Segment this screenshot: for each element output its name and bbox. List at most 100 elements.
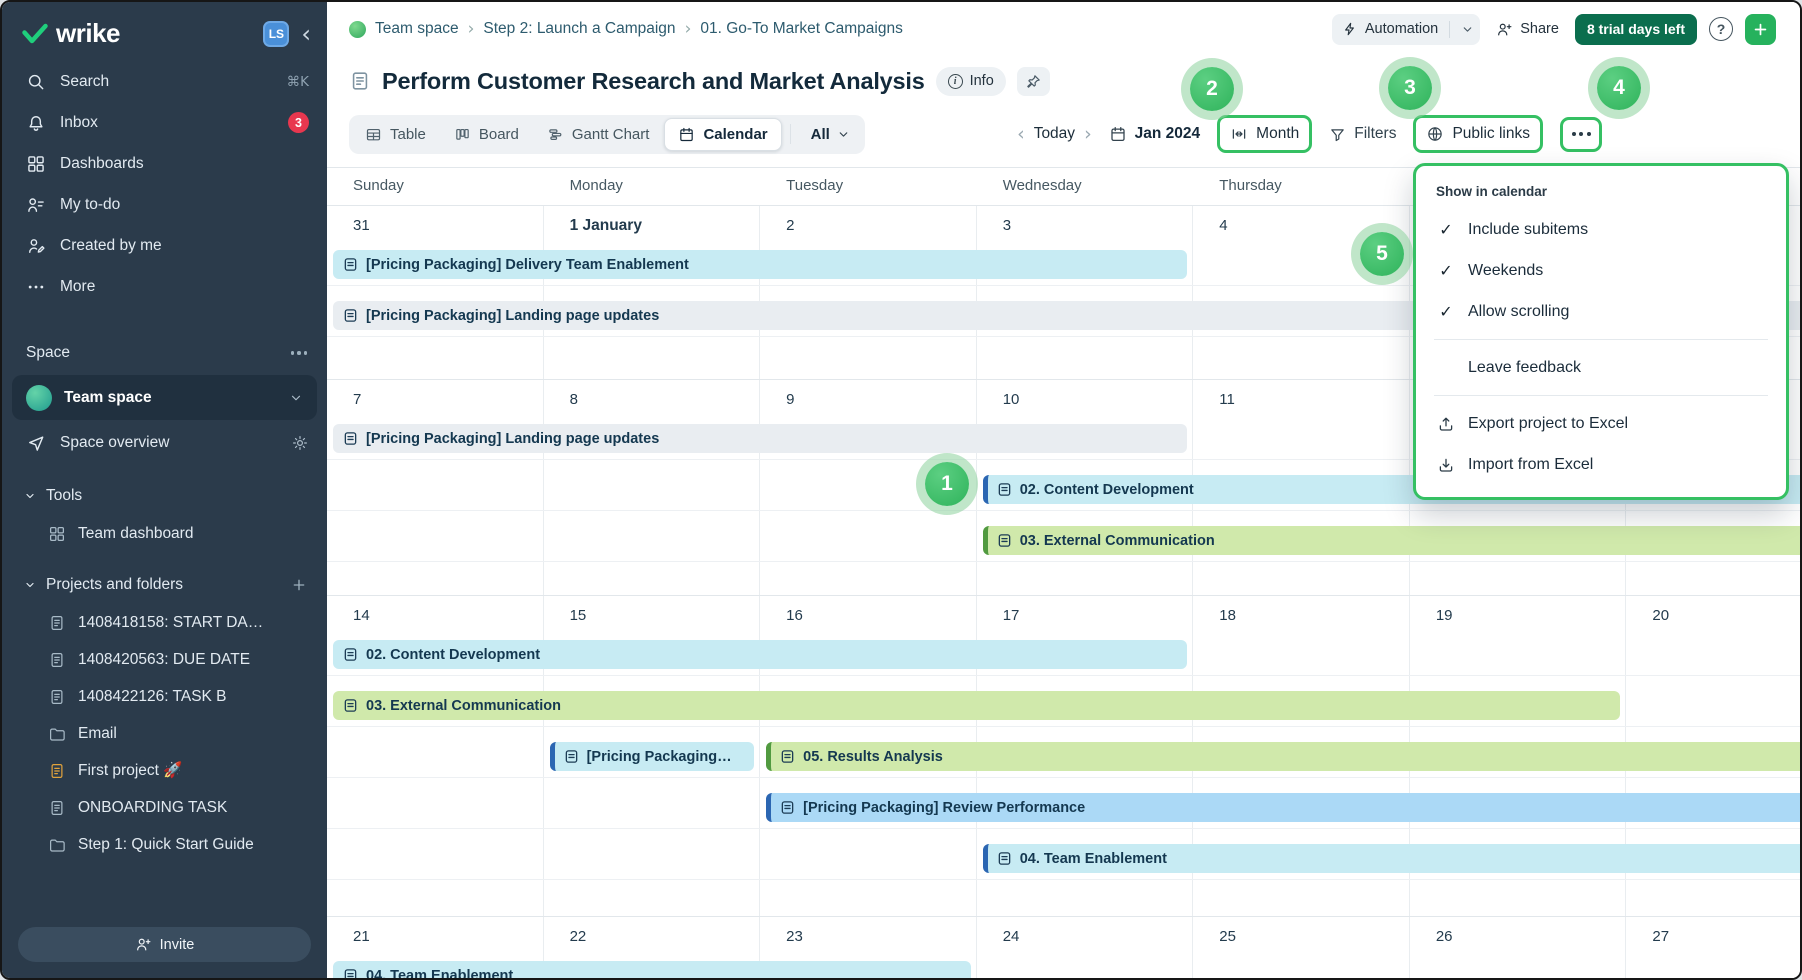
day-header: Monday: [544, 168, 761, 205]
sidebar-item-project[interactable]: ONBOARDING TASK: [2, 789, 327, 826]
event-label: 05. Results Analysis: [803, 749, 943, 765]
event-bar[interactable]: 03. External Communication: [333, 691, 1620, 720]
filters-button[interactable]: Filters: [1329, 125, 1396, 143]
pin-button[interactable]: [1017, 67, 1050, 96]
event-bar[interactable]: [Pricing Packaging] Landing page updates: [333, 424, 1187, 453]
event-bar[interactable]: [Pricing Packaging] Delivery Team Enable…: [333, 250, 1187, 279]
menu-item-export-excel[interactable]: Export project to Excel: [1416, 403, 1786, 444]
tab-gantt-chart[interactable]: Gantt Chart: [534, 118, 663, 151]
tab-table[interactable]: Table: [352, 118, 439, 151]
chevron-down-icon: [24, 490, 36, 502]
projects-section-header[interactable]: Projects and folders: [2, 566, 327, 604]
share-label: Share: [1520, 21, 1559, 37]
event-bar[interactable]: 04. Team Enablement: [333, 961, 971, 978]
more-options-button[interactable]: [1560, 117, 1602, 152]
sidebar-item-label: Search: [60, 73, 109, 91]
sidebar-item-team-space[interactable]: Team space: [12, 375, 317, 420]
globe-icon: [1426, 125, 1444, 143]
invite-label: Invite: [160, 937, 195, 953]
event-bar[interactable]: 02. Content Development: [333, 640, 1187, 669]
tab-calendar[interactable]: Calendar: [664, 118, 781, 151]
sidebar-header: wrike LS ‹: [2, 2, 327, 61]
show-in-calendar-menu: Show in calendar ✓ Include subitems ✓ We…: [1413, 163, 1789, 500]
menu-item-import-excel[interactable]: Import from Excel: [1416, 444, 1786, 485]
add-new-button[interactable]: [1745, 14, 1776, 45]
menu-item-leave-feedback[interactable]: Leave feedback: [1416, 347, 1786, 388]
sidebar-item-created-by-me[interactable]: Created by me: [2, 225, 327, 266]
breadcrumb-separator: ›: [468, 19, 475, 39]
sidebar-item-search[interactable]: Search ⌘K: [2, 61, 327, 102]
help-icon[interactable]: ?: [1709, 17, 1733, 41]
sidebar-item-folder[interactable]: Email: [2, 715, 327, 752]
app-window: wrike LS ‹ Search ⌘K Inbox 3 Dashboards …: [0, 0, 1802, 980]
breadcrumb-item[interactable]: 01. Go-To Market Campaigns: [700, 20, 902, 38]
menu-item-include-subitems[interactable]: ✓ Include subitems: [1416, 209, 1786, 250]
event-bar[interactable]: [Pricing Packaging] Review Performance: [766, 793, 1800, 822]
today-button[interactable]: Today: [1034, 125, 1075, 143]
search-shortcut: ⌘K: [287, 74, 309, 90]
info-label: Info: [970, 73, 994, 89]
task-icon: [780, 800, 795, 815]
automation-button[interactable]: Automation: [1332, 14, 1480, 45]
sidebar-item-label: Team dashboard: [78, 525, 193, 543]
sidebar: wrike LS ‹ Search ⌘K Inbox 3 Dashboards …: [2, 2, 327, 978]
event-bar[interactable]: 04. Team Enablement: [983, 844, 1800, 873]
event-label: 03. External Communication: [366, 698, 561, 714]
info-button[interactable]: i Info: [936, 67, 1006, 96]
event-lane: [Pricing Packaging] Review Performance: [327, 793, 1800, 844]
sidebar-item-project[interactable]: First project 🚀: [2, 752, 327, 789]
space-options-icon[interactable]: [291, 351, 308, 355]
projects-section-label: Projects and folders: [46, 576, 183, 594]
sidebar-item-label: Space overview: [60, 434, 169, 452]
invite-button[interactable]: Invite: [18, 927, 311, 962]
sidebar-item-space-overview[interactable]: Space overview: [2, 422, 327, 463]
period-selector[interactable]: Jan 2024: [1109, 125, 1201, 143]
sidebar-item-project[interactable]: 1408420563: DUE DATE: [2, 641, 327, 678]
team-space-avatar: [26, 385, 52, 411]
menu-item-weekends[interactable]: ✓ Weekends: [1416, 250, 1786, 291]
month-view-button[interactable]: Month: [1217, 115, 1312, 153]
event-label: [Pricing Packaging] Landing page updates: [366, 308, 659, 324]
sidebar-item-label: 1408420563: DUE DATE: [78, 651, 250, 669]
event-bar[interactable]: 05. Results Analysis: [766, 742, 1800, 771]
add-project-icon[interactable]: [291, 577, 307, 593]
wrike-logo[interactable]: wrike: [22, 18, 120, 49]
tools-section-header[interactable]: Tools: [2, 477, 327, 515]
event-lane: 03. External Communication: [327, 691, 1800, 742]
event-bar[interactable]: [Pricing Packaging…: [550, 742, 755, 771]
chevron-down-icon: [24, 579, 36, 591]
menu-item-allow-scrolling[interactable]: ✓ Allow scrolling: [1416, 291, 1786, 332]
sidebar-item-project[interactable]: 1408418158: START DA…: [2, 604, 327, 641]
share-button[interactable]: Share: [1492, 21, 1563, 38]
sidebar-item-label: My to-do: [60, 196, 120, 214]
menu-item-label: Weekends: [1468, 262, 1543, 280]
event-label: [Pricing Packaging…: [587, 749, 732, 765]
sidebar-item-folder[interactable]: Step 1: Quick Start Guide: [2, 826, 327, 863]
next-period-icon[interactable]: ›: [1084, 125, 1092, 144]
prev-period-icon[interactable]: ‹: [1017, 125, 1025, 144]
sidebar-item-team-dashboard[interactable]: Team dashboard: [2, 515, 327, 552]
breadcrumb-item[interactable]: Team space: [375, 20, 459, 38]
sidebar-item-inbox[interactable]: Inbox 3: [2, 102, 327, 143]
tab-label: Gantt Chart: [572, 126, 650, 143]
sidebar-item-my-todo[interactable]: My to-do: [2, 184, 327, 225]
menu-item-label: Include subitems: [1468, 221, 1588, 239]
sidebar-item-label: Inbox: [60, 114, 98, 132]
user-avatar[interactable]: LS: [263, 21, 289, 47]
space-settings-gear-icon[interactable]: [291, 434, 309, 452]
breadcrumb-item[interactable]: Step 2: Launch a Campaign: [483, 20, 675, 38]
sidebar-item-label: Step 1: Quick Start Guide: [78, 836, 254, 854]
sidebar-item-project[interactable]: 1408422126: TASK B: [2, 678, 327, 715]
collapse-sidebar-icon[interactable]: ‹: [301, 22, 311, 46]
sidebar-item-more[interactable]: More: [2, 266, 327, 307]
public-links-button[interactable]: Public links: [1413, 115, 1543, 153]
view-scope-dropdown[interactable]: All: [799, 126, 862, 143]
event-bar[interactable]: 03. External Communication: [983, 526, 1800, 555]
trial-badge[interactable]: 8 trial days left: [1575, 14, 1697, 45]
public-links-label: Public links: [1452, 125, 1530, 143]
chevron-down-icon[interactable]: [1461, 23, 1474, 36]
tab-board[interactable]: Board: [441, 118, 532, 151]
share-person-icon: [1496, 21, 1513, 38]
title-row: Perform Customer Research and Market Ana…: [327, 58, 1800, 104]
sidebar-item-dashboards[interactable]: Dashboards: [2, 143, 327, 184]
